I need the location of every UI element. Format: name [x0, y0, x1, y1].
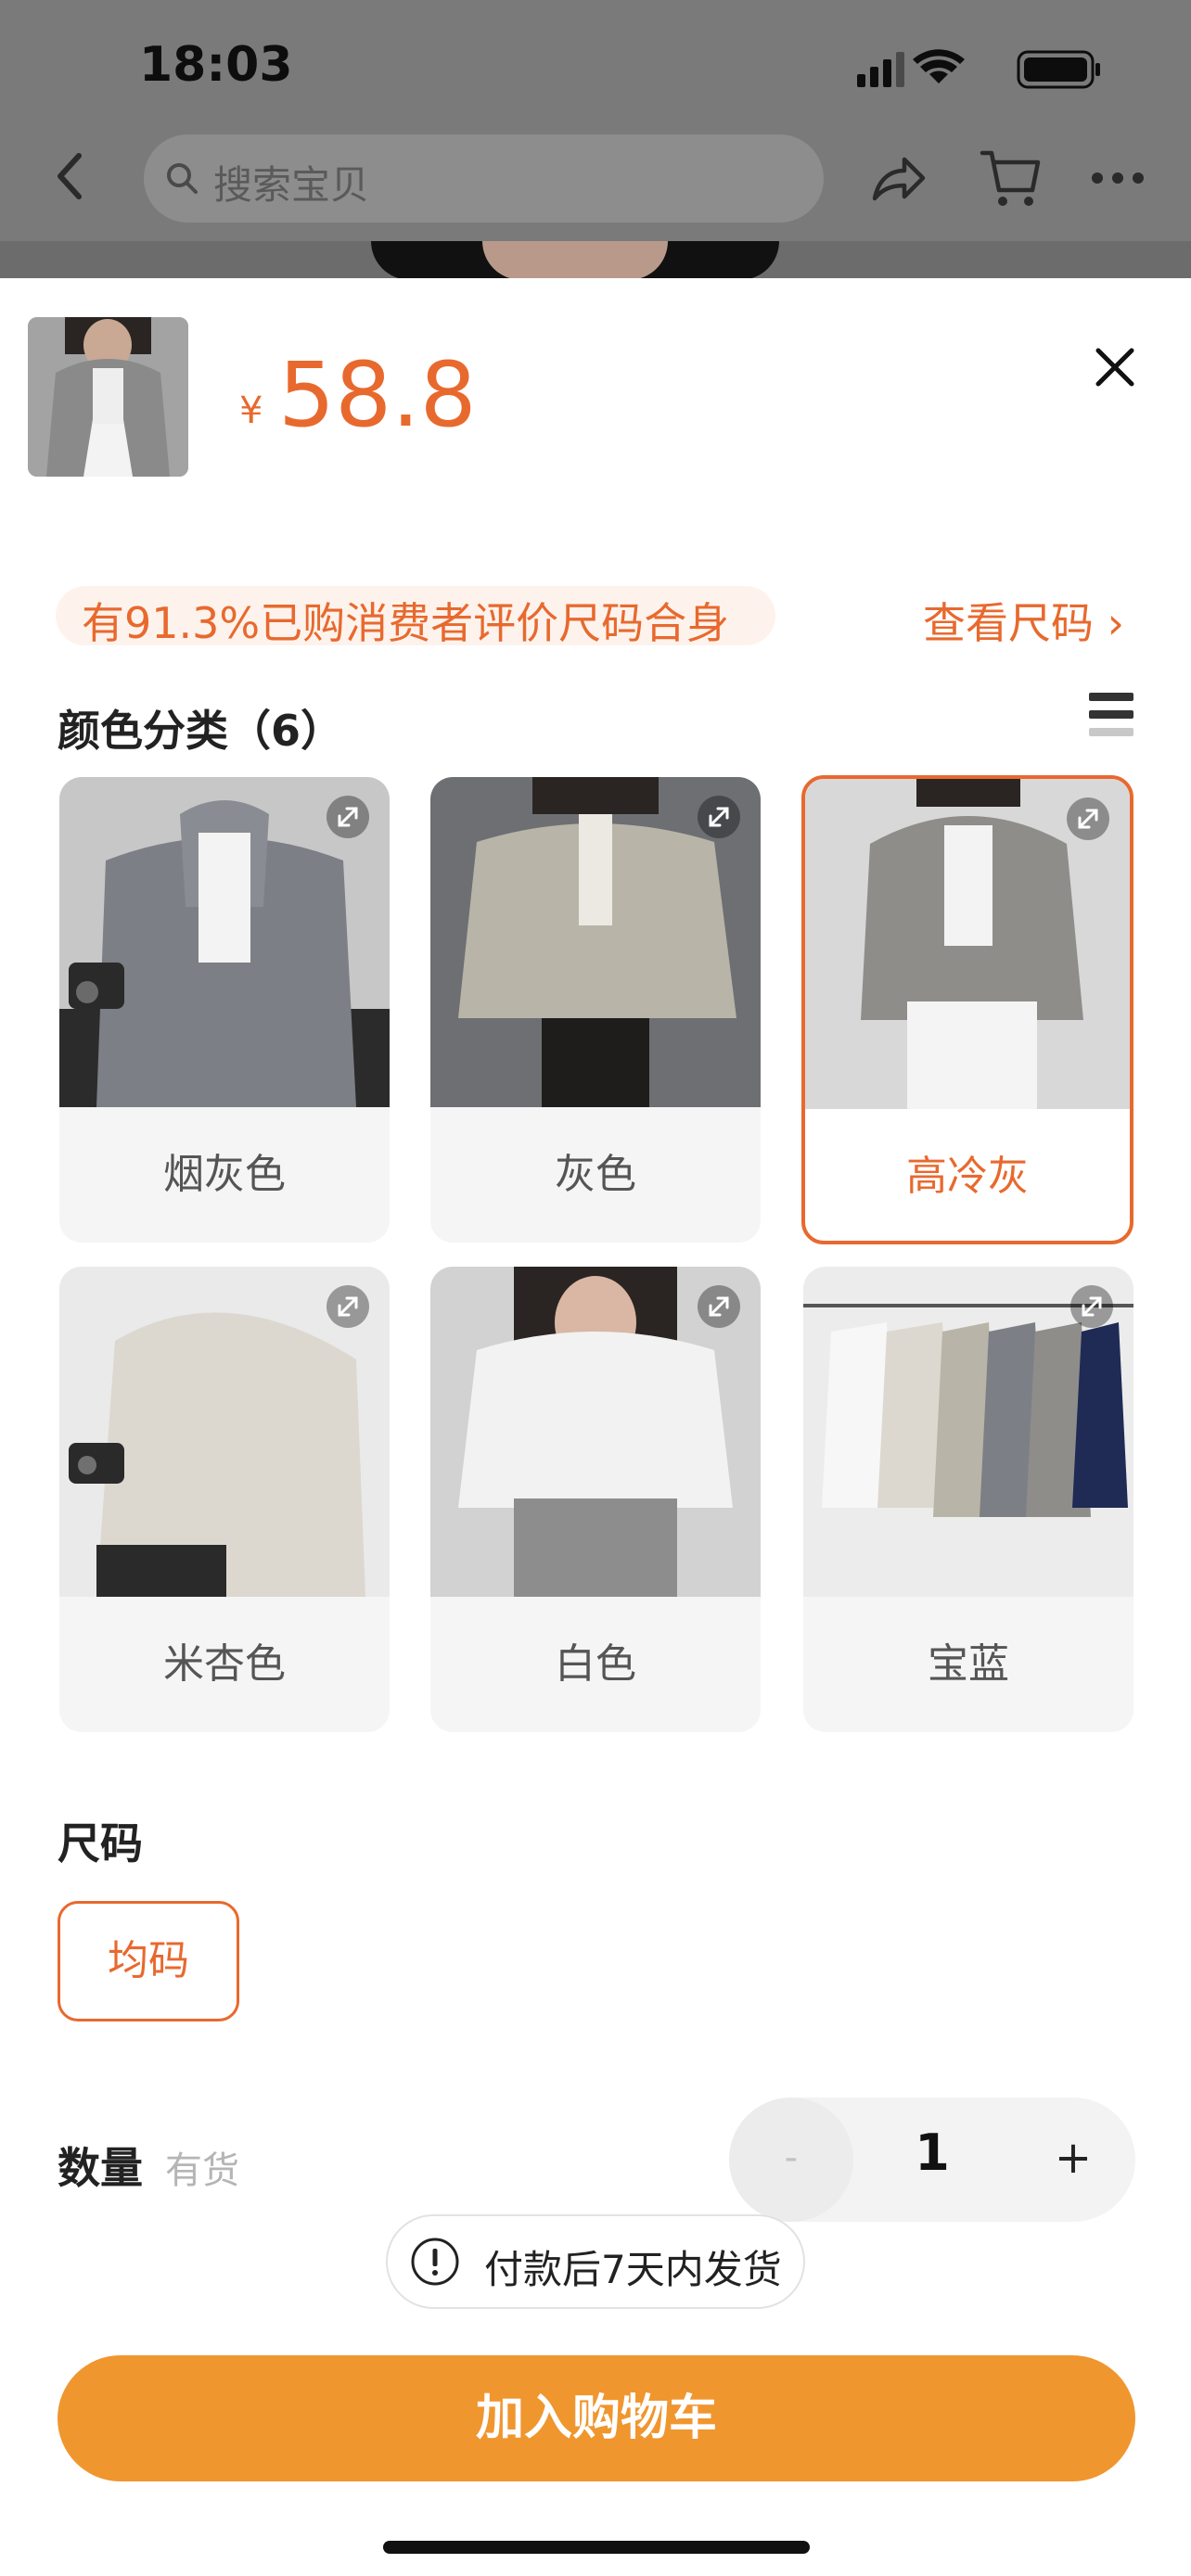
list-view-icon: [1089, 693, 1133, 736]
size-option-one-size[interactable]: 均码: [58, 1901, 239, 2021]
info-alert-icon: [410, 2237, 460, 2287]
cart-icon[interactable]: [979, 146, 1044, 210]
status-icons: [853, 46, 1104, 93]
expand-icon[interactable]: [327, 1285, 369, 1328]
view-size-chart-link[interactable]: 查看尺码 ›: [923, 590, 1124, 651]
expand-icon[interactable]: [698, 1285, 740, 1328]
shipping-notice-text: 付款后7天内发货: [484, 2247, 782, 2292]
list-view-toggle[interactable]: [1089, 691, 1133, 739]
fit-notice-text: 有91.3%已购消费者评价尺码合身: [82, 598, 730, 648]
status-time: 18:03: [139, 37, 293, 93]
expand-icon[interactable]: [1067, 797, 1109, 840]
expand-icon[interactable]: [698, 796, 740, 838]
color-option-label: 灰色: [555, 1151, 636, 1198]
color-option-grey[interactable]: 灰色: [430, 777, 761, 1243]
quantity-label: 数量: [58, 2143, 143, 2193]
price-value: 58.8: [278, 343, 477, 447]
decrease-quantity-button[interactable]: -: [729, 2098, 853, 2222]
color-option-smoke-grey[interactable]: 烟灰色: [59, 777, 390, 1243]
expand-icon[interactable]: [1070, 1285, 1113, 1328]
signal-wifi-battery-icon: [857, 49, 1100, 89]
color-option-label: 烟灰色: [163, 1151, 286, 1198]
add-to-cart-button[interactable]: 加入购物车: [58, 2355, 1135, 2481]
color-option-cool-grey[interactable]: 高冷灰: [801, 775, 1133, 1244]
color-section-title: 颜色分类（6）: [58, 706, 344, 756]
color-option-beige[interactable]: 米杏色: [59, 1267, 390, 1732]
close-button[interactable]: [1093, 345, 1137, 389]
stock-status: 有货: [165, 2149, 239, 2192]
increase-quantity-button[interactable]: +: [1011, 2098, 1135, 2222]
size-section-title: 尺码: [58, 1818, 143, 1868]
quantity-value[interactable]: 1: [890, 2123, 974, 2182]
background-product-photo: [0, 241, 1191, 280]
home-indicator[interactable]: [383, 2541, 810, 2554]
search-placeholder: 搜索宝贝: [213, 162, 370, 208]
search-icon: [165, 161, 198, 195]
share-icon[interactable]: [867, 148, 928, 210]
expand-icon[interactable]: [327, 796, 369, 838]
color-option-white[interactable]: 白色: [430, 1267, 761, 1732]
product-thumbnail[interactable]: [28, 317, 188, 477]
price-currency: ¥: [239, 389, 263, 432]
color-option-royal-blue[interactable]: 宝蓝: [803, 1267, 1133, 1732]
color-option-label: 宝蓝: [928, 1640, 1009, 1688]
chevron-left-icon: [58, 153, 82, 199]
color-option-label: 白色: [555, 1640, 636, 1688]
close-icon: [1095, 348, 1134, 387]
back-button[interactable]: [51, 148, 88, 204]
color-option-label: 高冷灰: [906, 1153, 1029, 1200]
more-icon[interactable]: [1090, 169, 1146, 187]
color-option-label: 米杏色: [163, 1640, 286, 1688]
